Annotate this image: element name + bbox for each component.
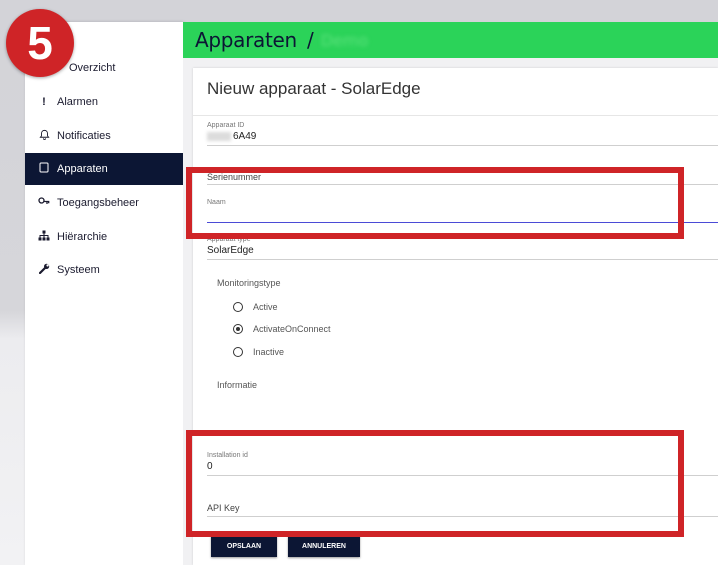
sidebar-item-label: Toegangsbeheer: [57, 197, 139, 209]
page-title: Apparaten: [195, 28, 297, 52]
sidebar-item-hierarchie[interactable]: Hiërarchie: [25, 221, 183, 253]
breadcrumb-separator: /: [306, 28, 314, 52]
radio-label: Inactive: [253, 347, 285, 357]
radio-active[interactable]: Active: [233, 302, 278, 312]
device-id-value: 6A49: [233, 131, 257, 142]
radio-label: ActivateOnConnect: [253, 324, 331, 334]
save-button[interactable]: OPSLAAN: [211, 535, 277, 557]
sidebar-item-toegangsbeheer[interactable]: Toegangsbeheer: [25, 187, 183, 219]
tablet-icon: [37, 162, 51, 176]
sidebar-item-label: Systeem: [57, 264, 100, 276]
radio-circle[interactable]: [233, 302, 243, 312]
radio-circle[interactable]: [233, 347, 243, 357]
sidebar-item-label: Notificaties: [57, 130, 111, 142]
highlight-box: [186, 430, 684, 537]
bell-icon: [37, 129, 51, 143]
divider: [193, 115, 718, 116]
sidebar-item-label: Overzicht: [69, 62, 116, 74]
key-icon: [37, 196, 51, 210]
monitoring-type-label: Monitoringstype: [217, 278, 281, 288]
device-id-field[interactable]: Apparaat ID 6A49: [207, 122, 718, 146]
step-badge: 5: [6, 9, 74, 77]
field-underline: [207, 259, 718, 260]
device-id-label: Apparaat ID: [207, 122, 245, 129]
radio-activate-on-connect[interactable]: ActivateOnConnect: [233, 324, 331, 334]
wrench-icon: [37, 263, 51, 277]
sidebar-item-label: Hiërarchie: [57, 231, 108, 243]
sidebar-item-apparaten[interactable]: Apparaten: [25, 153, 183, 185]
sidebar-item-systeem[interactable]: Systeem: [25, 254, 183, 286]
radio-label: Active: [253, 302, 278, 312]
device-type-value: SolarEdge: [207, 245, 254, 256]
cancel-button[interactable]: ANNULEREN: [288, 535, 360, 557]
information-label: Informatie: [217, 380, 258, 390]
form-title: Nieuw apparaat - SolarEdge: [207, 79, 421, 98]
sidebar-item-notificaties[interactable]: Notificaties: [25, 120, 183, 152]
page-header: Apparaten / Demo: [183, 22, 718, 58]
sidebar-item-alarmen[interactable]: ! Alarmen: [25, 86, 183, 118]
redacted-block: [207, 131, 231, 141]
hierarchy-icon: [37, 230, 51, 244]
field-underline: [207, 145, 718, 146]
radio-circle-selected[interactable]: [233, 324, 243, 334]
highlight-box: [186, 167, 684, 239]
device-type-field: Apparaat type SolarEdge: [207, 236, 718, 260]
breadcrumb[interactable]: Demo: [321, 31, 369, 50]
sidebar: Overzicht ! Alarmen Notificaties Apparat…: [25, 22, 183, 565]
radio-inactive[interactable]: Inactive: [233, 347, 284, 357]
exclamation-icon: !: [42, 96, 46, 108]
sidebar-item-label: Alarmen: [57, 96, 98, 108]
page-background-top: [0, 0, 718, 22]
sidebar-item-label: Apparaten: [57, 163, 108, 175]
